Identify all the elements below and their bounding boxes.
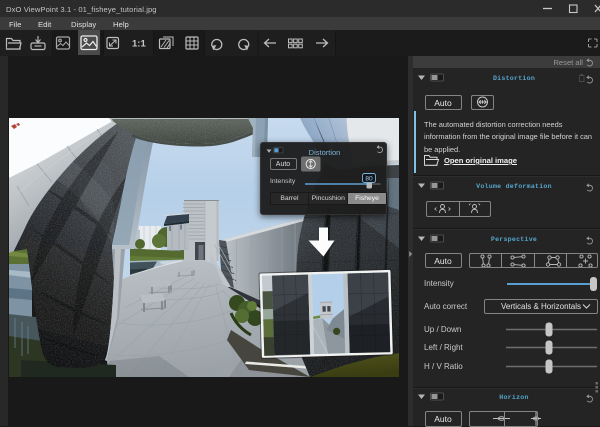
svg-text:1:1: 1:1 [132,39,146,50]
svg-text:80: 80 [365,175,373,182]
